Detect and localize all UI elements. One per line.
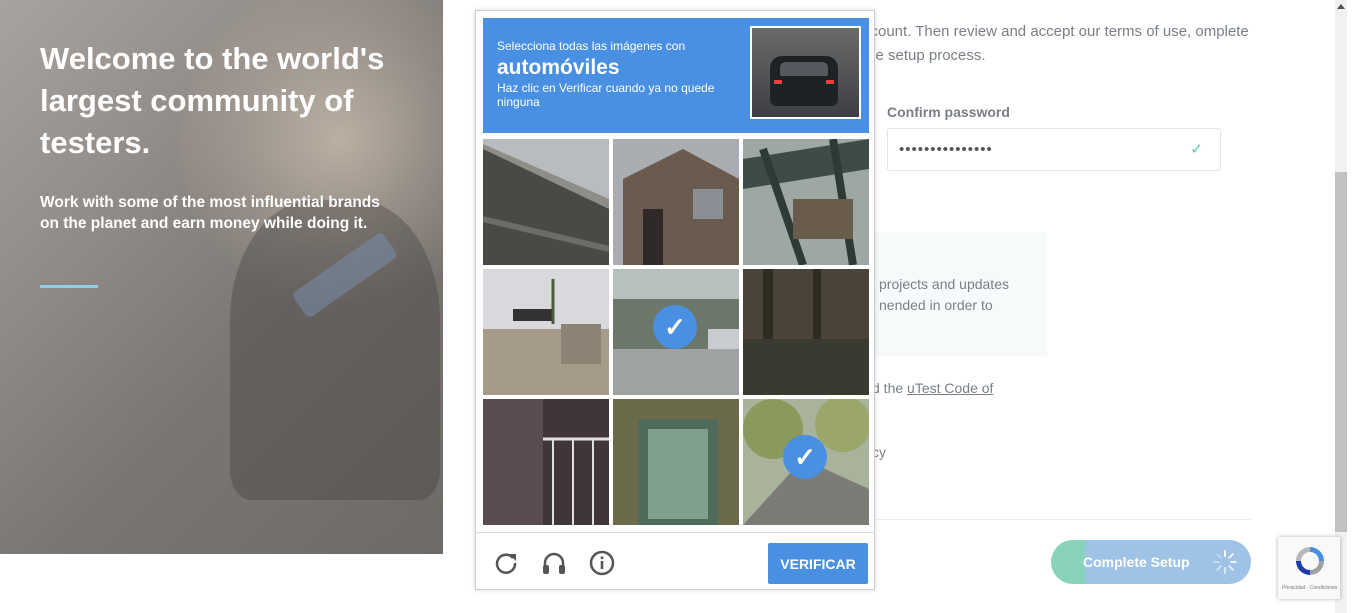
selected-check-icon: ✓ xyxy=(653,305,697,349)
captcha-tile[interactable] xyxy=(483,139,609,265)
captcha-image-grid: ✓ ✓ xyxy=(483,139,869,525)
captcha-footer: VERIFICAR xyxy=(476,532,874,590)
check-icon: ✓ xyxy=(1190,141,1204,158)
captcha-dialog: Selecciona todas las imágenes con automó… xyxy=(475,10,875,590)
verify-button[interactable]: VERIFICAR xyxy=(768,543,868,584)
hero-panel: Welcome to the world's largest community… xyxy=(0,0,443,554)
captcha-instruction-line2: Haz clic en Verificar cuando ya no quede… xyxy=(497,81,715,109)
spinner-icon xyxy=(1213,550,1237,574)
recaptcha-badge[interactable]: Privacidad - Condiciones xyxy=(1278,537,1340,599)
info-icon[interactable] xyxy=(588,549,616,577)
confirm-password-label: Confirm password xyxy=(887,104,1010,120)
captcha-tile[interactable]: ✓ xyxy=(743,399,869,525)
hero-background-figure xyxy=(230,200,440,500)
hero-subtitle: Work with some of the most influential b… xyxy=(40,194,380,232)
selected-check-icon: ✓ xyxy=(783,435,827,479)
confirm-password-field[interactable]: ••••••••••••••• ✓ xyxy=(887,128,1221,171)
terms-prefix: d the xyxy=(872,380,908,396)
code-of-conduct-link[interactable]: uTest Code of xyxy=(907,380,993,396)
scroll-up-arrow-icon[interactable] xyxy=(1337,4,1345,9)
scrollbar-thumb[interactable] xyxy=(1335,172,1347,532)
form-intro-text: ccount. Then review and accept our terms… xyxy=(863,23,1249,64)
confirm-password-value: ••••••••••••••• xyxy=(899,141,993,158)
audio-challenge-icon[interactable] xyxy=(540,549,568,577)
page-scrollbar[interactable] xyxy=(1333,0,1366,613)
recaptcha-logo-icon xyxy=(1296,547,1324,575)
notice-text: projects and updates nended in order to xyxy=(879,276,1009,313)
captcha-tile[interactable] xyxy=(743,269,869,395)
reload-icon[interactable] xyxy=(492,549,520,577)
form-divider xyxy=(863,519,1252,520)
captcha-instruction-line1: Selecciona todas las imágenes con xyxy=(497,39,686,53)
hero-divider xyxy=(40,285,98,288)
captcha-tile[interactable] xyxy=(483,269,609,395)
complete-setup-button[interactable]: Complete Setup xyxy=(1051,540,1251,584)
captcha-tile[interactable] xyxy=(483,399,609,525)
hero-title: Welcome to the world's largest community… xyxy=(40,41,385,160)
captcha-tile[interactable] xyxy=(613,139,739,265)
captcha-tile[interactable]: ✓ xyxy=(613,269,739,395)
captcha-sample-image xyxy=(750,26,861,119)
car-rear-shape xyxy=(770,56,838,106)
terms-line: d the uTest Code of xyxy=(872,380,993,396)
captcha-header: Selecciona todas las imágenes con automó… xyxy=(483,18,869,133)
captcha-tile[interactable] xyxy=(613,399,739,525)
captcha-tile[interactable] xyxy=(743,139,869,265)
recaptcha-terms[interactable]: Privacidad - Condiciones xyxy=(1282,585,1337,591)
complete-setup-label: Complete Setup xyxy=(1083,554,1190,570)
captcha-keyword: automóviles xyxy=(497,56,620,79)
notice-box: projects and updates nended in order to xyxy=(863,232,1047,356)
